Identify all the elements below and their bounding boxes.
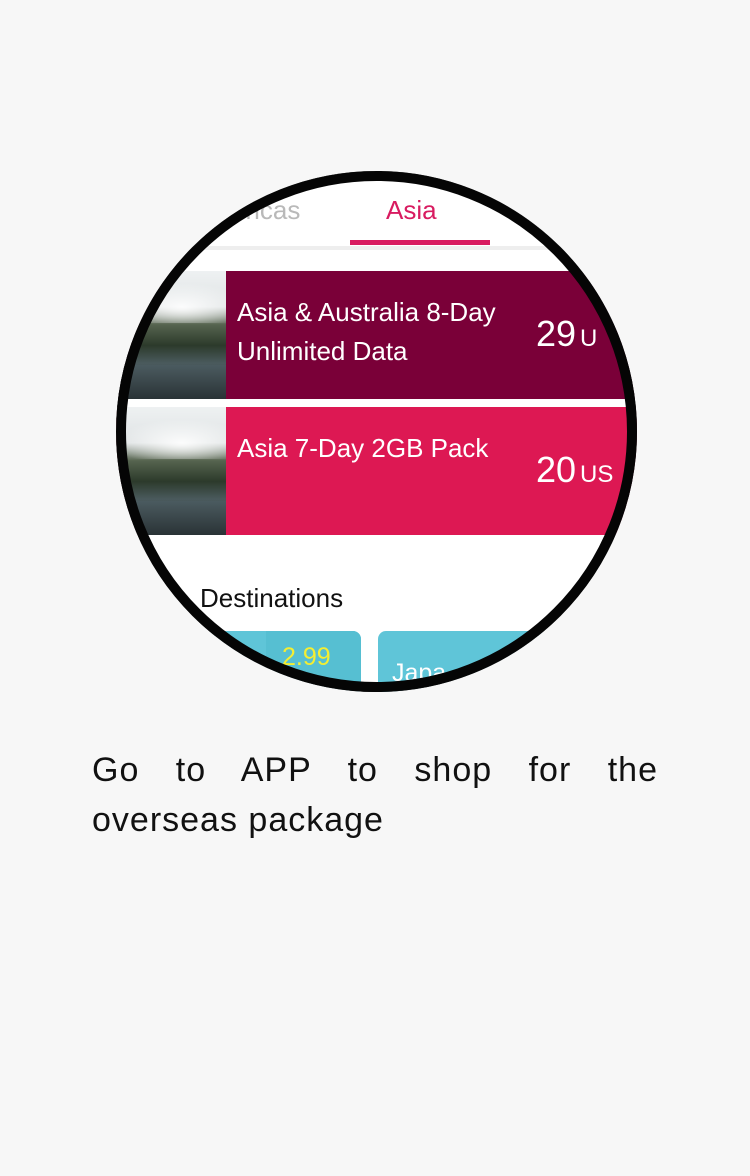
package-thumbnail [116,407,226,535]
instruction-caption: Go to APP to shop for the overseas packa… [92,745,658,845]
active-tab-indicator [350,240,490,245]
destination-name: Japa [392,659,447,687]
tab-asia[interactable]: Asia [386,195,437,226]
package-card[interactable]: Asia & Australia 8-Day Unlimited Data 29… [116,271,637,399]
tabs-divider [116,246,637,250]
caption-line-1: Go to APP to shop for the [92,751,658,789]
package-card[interactable]: Asia 7-Day 2GB Pack 20 US [116,407,637,535]
package-price-amount: 29 [536,313,577,354]
package-price-amount: 20 [536,449,577,490]
destination-price: 2.99 [282,643,331,671]
package-title: Asia 7-Day 2GB Pack [237,433,489,463]
package-price: 20 US [536,449,613,491]
package-price-currency: U [580,325,598,352]
package-price: 29 U [536,313,597,355]
package-thumbnail [116,271,226,399]
region-tabs: ericas Asia [116,171,637,246]
destination-tile[interactable]: Japa [378,631,618,692]
tab-americas[interactable]: ericas [231,195,300,226]
caption-line-2: overseas package [92,801,384,839]
package-title: Asia & Australia 8-Day Unlimited Data [237,297,496,366]
package-price-currency: US [580,461,614,488]
destination-tile[interactable]: 2.99 [116,631,361,692]
magnified-app-preview: ericas Asia Asia & Australia 8-Day Unlim… [116,171,637,692]
destinations-heading: Destinations [200,583,344,613]
